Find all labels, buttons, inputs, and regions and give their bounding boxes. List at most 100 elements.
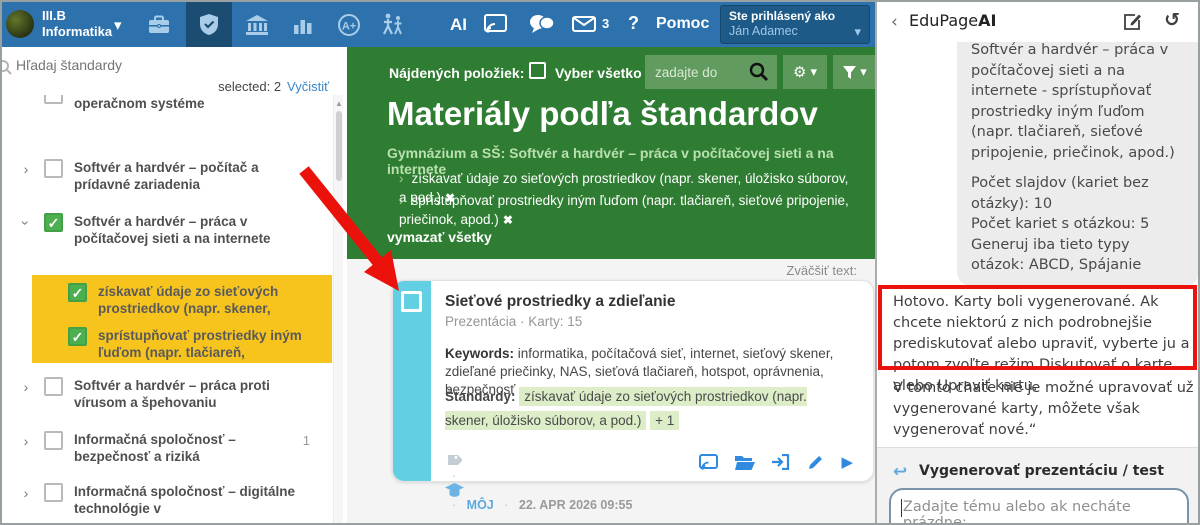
zoom-text-label[interactable]: Zväčšiť text: — [347, 263, 857, 278]
keywords-label: Keywords: — [445, 346, 514, 361]
logged-in-as-label: Ste prihlásený ako — [729, 9, 861, 23]
user-message-text: Softvér a hardvér – práca v počítačovej … — [971, 42, 1185, 163]
dot-separator: · — [452, 498, 456, 512]
chevron-right-icon[interactable]: › — [20, 161, 32, 177]
chat-action-label[interactable]: Vygenerovať prezentáciu / test — [919, 463, 1164, 479]
search-icon[interactable] — [749, 62, 769, 82]
cast-icon — [484, 14, 507, 34]
open-folder-icon[interactable] — [735, 454, 755, 470]
card-date: 22. APR 2026 09:55 — [519, 498, 633, 512]
dot-separator: · — [504, 498, 508, 512]
card-standards: Štandardy: získavať údaje zo sieťových p… — [445, 385, 853, 433]
materials-header: Nájdených položiek: 1 Vyber všetko ⚙ ▾ ▾… — [347, 47, 875, 259]
tag-icon[interactable] — [445, 453, 462, 469]
checkbox[interactable] — [44, 377, 63, 396]
results-nav-button[interactable] — [280, 2, 326, 47]
checkbox-checked[interactable]: ✓ — [68, 327, 87, 346]
logged-in-user-dropdown[interactable]: Ste prihlásený ako Ján Adamec ▾ — [720, 5, 870, 44]
import-arrow-icon[interactable] — [772, 454, 790, 470]
class-selector[interactable]: III.B Informatika — [42, 8, 112, 40]
checkbox[interactable] — [44, 95, 63, 104]
checkbox[interactable] — [44, 159, 63, 178]
checkbox[interactable] — [44, 431, 63, 450]
material-card[interactable]: Sieťové prostriedky a zdieľanie Prezentá… — [392, 280, 874, 482]
class-name-line1: III.B — [42, 8, 112, 24]
selected-count-label: selected: 2 — [218, 79, 281, 94]
messages-nav-button[interactable] — [572, 16, 596, 32]
back-chevron-icon[interactable]: ‹ — [891, 12, 898, 32]
chevron-right-icon[interactable]: › — [20, 485, 32, 501]
mail-badge: 3 — [602, 16, 609, 31]
filter-dropdown-button[interactable]: ▾ — [833, 55, 877, 89]
chat-topic-input[interactable]: Zadajte tému alebo ak necháte prázdne: — [889, 488, 1189, 525]
card-subtitle: Prezentácia · Karty: 15 — [445, 314, 582, 329]
active-filter: ›sprístupňovať prostriedky iným ľuďom (n… — [399, 191, 849, 230]
checkbox-checked[interactable]: ✓ — [44, 213, 63, 232]
text-cursor — [901, 499, 902, 517]
card-actions: ▶ — [699, 453, 853, 471]
tree-item-label: Informačná spoločnosť – digitálne techno… — [74, 483, 306, 517]
chevron-right-icon[interactable]: › — [20, 379, 32, 395]
chevron-down-icon: ▾ — [854, 24, 861, 40]
reply-arrow-icon: ↩ — [893, 462, 907, 482]
card-title[interactable]: Sieťové prostriedky a zdieľanie — [445, 293, 676, 311]
cast-nav-button[interactable] — [484, 14, 507, 34]
select-all-label[interactable]: Vyber všetko — [555, 65, 642, 81]
chevron-down-icon: ▾ — [860, 64, 867, 80]
annotation-red-box — [878, 285, 1197, 370]
bank-icon — [246, 15, 268, 35]
settings-dropdown-button[interactable]: ⚙ ▾ — [783, 55, 827, 89]
checkbox-checked[interactable]: ✓ — [68, 283, 87, 302]
question-mark-icon[interactable]: ? — [628, 13, 639, 34]
chevron-down-icon[interactable]: ▾ — [114, 16, 122, 34]
chevron-right-icon[interactable]: › — [20, 433, 32, 449]
excursions-nav-button[interactable] — [370, 2, 416, 47]
user-message-params: Počet slajdov (kariet bez otázky): 10 Po… — [971, 173, 1185, 276]
gear-icon: ⚙ — [793, 63, 806, 81]
panel-title-regular: EduPage — [909, 11, 978, 30]
chat-nav-button[interactable] — [529, 14, 555, 35]
app-window: III.B Informatika ▾ — [0, 0, 1200, 525]
filter-label: sprístupňovať prostriedky iným ľuďom (na… — [399, 193, 849, 227]
present-cast-icon[interactable] — [699, 454, 718, 471]
tree-item-label: sprístupňovať prostriedky iným ľuďom (na… — [98, 327, 308, 361]
chat-input-section: ↩ Vygenerovať prezentáciu / test Zadajte… — [877, 447, 1200, 525]
card-footer: · · MÔJ · 22. APR 2026 09:55 — [445, 453, 859, 475]
svg-text:A+: A+ — [342, 20, 356, 32]
briefcase-nav-button[interactable] — [136, 2, 182, 47]
panel-title: EduPageAI — [909, 11, 996, 30]
user-message-bubble: Softvér a hardvér – práca v počítačovej … — [957, 42, 1199, 286]
history-icon[interactable]: ↺ — [1164, 9, 1180, 31]
ai-nav-label[interactable]: AI — [450, 15, 467, 35]
standards-nav-button[interactable] — [186, 2, 232, 47]
scroll-up-icon[interactable]: ▲ — [335, 99, 343, 108]
search-icon — [0, 59, 12, 75]
help-nav-label[interactable]: Pomoc — [656, 15, 709, 33]
grades-nav-button[interactable]: A+ — [326, 2, 372, 47]
standards-search-input[interactable] — [16, 57, 266, 73]
avatar[interactable] — [6, 10, 34, 38]
panel-header: ‹ EduPageAI ↺ — [877, 2, 1200, 42]
new-chat-icon[interactable] — [1123, 12, 1142, 31]
walking-people-icon — [380, 13, 406, 37]
chevron-expanded-icon[interactable]: › — [18, 217, 34, 229]
institution-nav-button[interactable] — [234, 2, 280, 47]
checkbox[interactable] — [44, 483, 63, 502]
standard-tag-more[interactable]: + 1 — [650, 411, 679, 430]
selected-count: selected: 2 Vyčistiť — [218, 79, 329, 94]
pencil-icon[interactable] — [807, 454, 824, 471]
graduation-cap-icon[interactable] — [445, 483, 464, 498]
chat-scroll-area[interactable]: Softvér a hardvér – práca v počítačovej … — [877, 42, 1200, 447]
select-all-checkbox[interactable] — [529, 62, 546, 79]
remove-filter-icon[interactable]: ✖ — [503, 213, 513, 227]
found-items-label: Nájdených položiek: 1 — [389, 65, 536, 81]
clear-selection-link[interactable]: Vyčistiť — [287, 79, 329, 94]
play-icon[interactable]: ▶ — [841, 453, 853, 471]
envelope-icon — [572, 16, 596, 32]
ai-message-note: V tomto chate nie je možné upravovať už … — [893, 378, 1195, 441]
class-name-line2: Informatika — [42, 24, 112, 40]
standards-label: Štandardy: — [445, 389, 516, 404]
tree-item-label: Informačná spoločnosť – bezpečnosť a riz… — [74, 431, 306, 465]
funnel-icon — [843, 66, 856, 79]
briefcase-icon — [148, 15, 170, 35]
